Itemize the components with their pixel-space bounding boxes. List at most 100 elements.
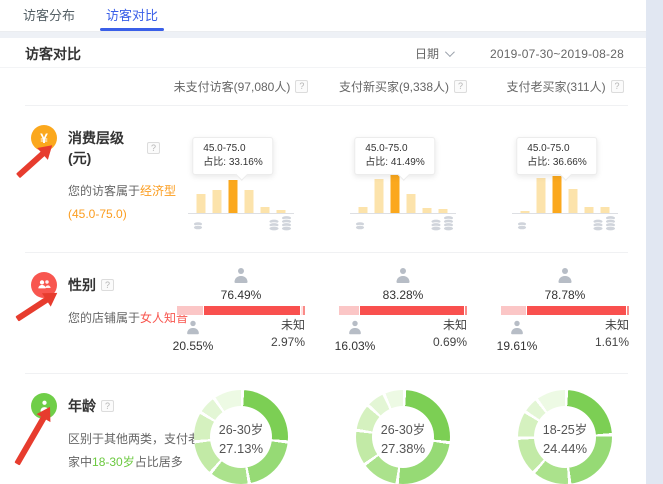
unknown-percent: 1.61% bbox=[581, 334, 629, 351]
column-header-row: 未支付访客(97,080人) ? 支付新买家(9,338人) ? 支付老买家(3… bbox=[0, 68, 646, 105]
card-title: 访客对比 bbox=[25, 44, 81, 64]
gender-chart-unpaid: 76.49% 20.55% 未知 2.97% bbox=[160, 253, 322, 373]
column-header-text: 支付新买家(9,338人) bbox=[339, 78, 449, 95]
female-percent: 78.78% bbox=[484, 288, 646, 302]
bar-highlighted bbox=[553, 176, 562, 213]
male-percent: 19.61% bbox=[487, 339, 547, 353]
consumption-row-label: ¥ 消费层级(元) ? 您的访客属于经济型(45.0-75.0) bbox=[0, 106, 160, 252]
bar-highlighted bbox=[229, 180, 238, 213]
age-donut-chart: 18-25岁 24.44% bbox=[518, 390, 612, 484]
consumption-chart-new-buyers: 45.0-75.0 占比: 41.49% bbox=[322, 106, 484, 252]
male-percent: 20.55% bbox=[163, 339, 223, 353]
chevron-down-icon bbox=[445, 47, 455, 57]
bar bbox=[245, 190, 254, 213]
help-icon[interactable]: ? bbox=[147, 142, 160, 154]
card-header: 访客对比 日期 2019-07-30~2019-08-28 bbox=[0, 38, 646, 68]
female-icon bbox=[233, 268, 249, 283]
help-icon[interactable]: ? bbox=[295, 80, 308, 93]
gender-title: 性别 bbox=[68, 275, 96, 295]
tab-visitor-compare[interactable]: 访客对比 bbox=[106, 0, 158, 31]
bar bbox=[375, 179, 384, 213]
bar bbox=[537, 178, 546, 213]
coins-low-icon bbox=[354, 218, 366, 236]
gender-bar bbox=[501, 306, 629, 315]
help-icon[interactable]: ? bbox=[101, 279, 114, 291]
unknown-block: 未知 2.97% bbox=[257, 317, 305, 351]
desc-highlight: 18-30岁 bbox=[92, 455, 135, 469]
date-range-value[interactable]: 2019-07-30~2019-08-28 bbox=[490, 47, 624, 61]
consumption-bar-chart bbox=[197, 180, 286, 213]
coins-high-icon bbox=[267, 215, 294, 237]
date-filter[interactable]: 日期 2019-07-30~2019-08-28 bbox=[415, 45, 624, 62]
coins-high-icon bbox=[591, 215, 618, 237]
bar bbox=[213, 190, 222, 213]
gender-segment-unknown bbox=[465, 306, 467, 315]
column-header-old-buyers: 支付老买家(311人) ? bbox=[484, 68, 646, 105]
female-icon bbox=[557, 268, 573, 283]
chart-axis bbox=[188, 213, 294, 214]
coins-low-icon bbox=[192, 218, 204, 236]
female-icon bbox=[395, 268, 411, 283]
age-title: 年龄 bbox=[68, 396, 96, 416]
bar-highlighted bbox=[391, 172, 400, 213]
gender-bar bbox=[177, 306, 305, 315]
gender-chart-old-buyers: 78.78% 19.61% 未知 1.61% bbox=[484, 253, 646, 373]
column-header-text: 支付老买家(311人) bbox=[506, 78, 605, 95]
unknown-block: 未知 0.69% bbox=[419, 317, 467, 351]
donut-age-group: 26-30岁 bbox=[381, 419, 425, 438]
gender-segment-unknown bbox=[301, 306, 305, 315]
visitor-compare-card: 访客对比 日期 2019-07-30~2019-08-28 未支付访客(97,0… bbox=[0, 38, 646, 484]
coins-high-icon bbox=[429, 215, 456, 237]
chart-axis bbox=[512, 213, 618, 214]
age-donut-chart: 26-30岁 27.38% bbox=[356, 390, 450, 484]
male-icon bbox=[186, 321, 200, 335]
gender-segment-female bbox=[360, 306, 464, 315]
date-filter-label[interactable]: 日期 bbox=[415, 45, 439, 62]
gender-segment-male bbox=[339, 306, 359, 315]
row-age: 年龄 ? 区别于其他两类，支付老买家中18-30岁占比居多 26-30岁 27.… bbox=[0, 374, 646, 484]
tooltip-range: 45.0-75.0 bbox=[203, 142, 262, 156]
gender-chart-new-buyers: 83.28% 16.03% 未知 0.69% bbox=[322, 253, 484, 373]
gender-segment-female bbox=[527, 306, 626, 315]
gender-segment-female bbox=[204, 306, 300, 315]
help-icon[interactable]: ? bbox=[611, 80, 624, 93]
chart-axis bbox=[350, 213, 456, 214]
chart-tooltip: 45.0-75.0 占比: 36.66% bbox=[516, 137, 597, 175]
coins-low-icon bbox=[516, 218, 528, 236]
male-icon bbox=[510, 321, 524, 335]
tab-visitor-distribution[interactable]: 访客分布 bbox=[23, 0, 75, 31]
row-consumption-level: ¥ 消费层级(元) ? 您的访客属于经济型(45.0-75.0) 45.0-75… bbox=[0, 106, 646, 252]
label-column-spacer bbox=[0, 68, 160, 105]
consumption-chart-unpaid: 45.0-75.0 占比: 33.16% bbox=[160, 106, 322, 252]
donut-age-share: 27.13% bbox=[219, 441, 263, 456]
gender-segment-unknown bbox=[627, 306, 629, 315]
column-header-unpaid: 未支付访客(97,080人) ? bbox=[160, 68, 322, 105]
male-percent: 16.03% bbox=[325, 339, 385, 353]
donut-center: 26-30岁 27.13% bbox=[210, 406, 272, 468]
visitor-compare-app: 访客分布 访客对比 访客对比 日期 2019-07-30~2019-08-28 … bbox=[0, 0, 646, 481]
tooltip-range: 45.0-75.0 bbox=[365, 142, 424, 156]
tooltip-share: 占比: 36.66% bbox=[527, 156, 586, 170]
chart-tooltip: 45.0-75.0 占比: 41.49% bbox=[354, 137, 435, 175]
unknown-percent: 0.69% bbox=[419, 334, 467, 351]
row-gender: 性别 ? 您的店铺属于女人知音 76.49% 20.55% bbox=[0, 253, 646, 373]
unknown-percent: 2.97% bbox=[257, 334, 305, 351]
bar bbox=[569, 189, 578, 213]
unknown-label: 未知 bbox=[419, 317, 467, 334]
bar bbox=[407, 194, 416, 213]
consumption-bar-chart bbox=[521, 176, 610, 213]
donut-age-share: 27.38% bbox=[381, 441, 425, 456]
gender-segment-male bbox=[501, 306, 526, 315]
age-donut-chart: 26-30岁 27.13% bbox=[194, 390, 288, 484]
male-icon bbox=[348, 321, 362, 335]
donut-age-group: 26-30岁 bbox=[219, 419, 263, 438]
consumption-title: 消费层级(元) bbox=[68, 128, 142, 168]
donut-age-share: 24.44% bbox=[543, 441, 587, 456]
consumption-chart-old-buyers: 45.0-75.0 占比: 36.66% bbox=[484, 106, 646, 252]
tooltip-range: 45.0-75.0 bbox=[527, 142, 586, 156]
chart-tooltip: 45.0-75.0 占比: 33.16% bbox=[192, 137, 273, 175]
help-icon[interactable]: ? bbox=[101, 400, 114, 412]
help-icon[interactable]: ? bbox=[454, 80, 467, 93]
unknown-label: 未知 bbox=[581, 317, 629, 334]
female-percent: 76.49% bbox=[160, 288, 322, 302]
